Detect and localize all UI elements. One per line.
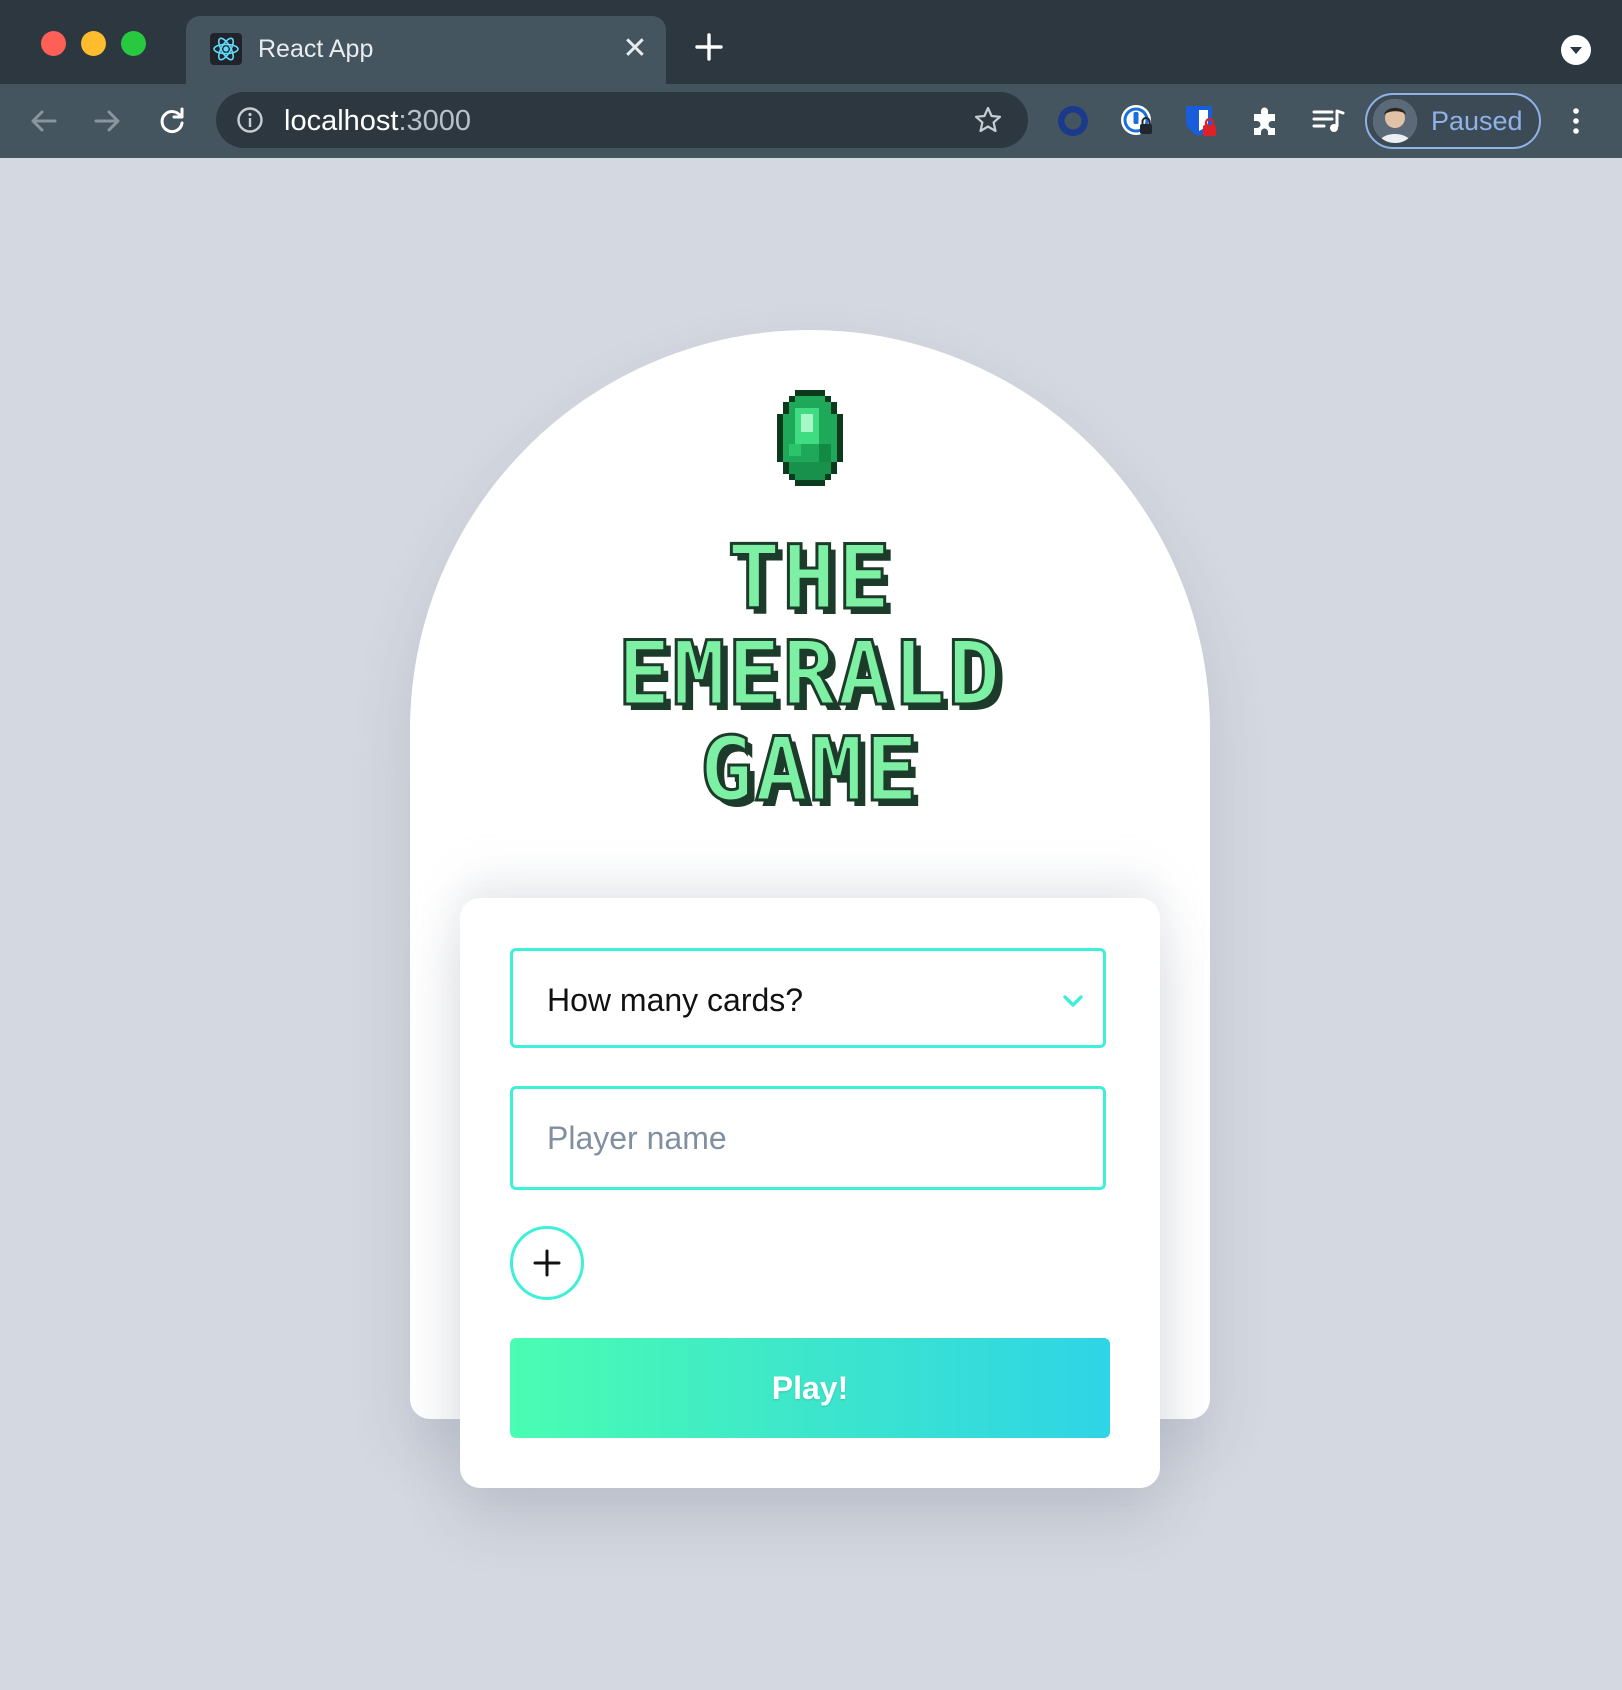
game-title-line-3: GAME	[699, 718, 920, 821]
tab-title: React App	[258, 35, 374, 63]
profile-status-label: Paused	[1431, 106, 1523, 136]
new-tab-icon[interactable]	[692, 30, 726, 64]
chevron-down-icon	[1570, 47, 1582, 54]
game-title: THE EMERALD GAME	[410, 526, 1210, 821]
arrow-right-icon[interactable]	[90, 104, 124, 138]
lock-extension-icon[interactable]	[1118, 102, 1156, 140]
tab-search-button[interactable]	[1561, 35, 1591, 65]
page-viewport: THE EMERALD GAME How many cards? Play!	[0, 158, 1622, 1690]
add-player-button[interactable]	[510, 1226, 584, 1300]
media-icon[interactable]	[1310, 102, 1348, 140]
game-title-line-1: THE	[726, 526, 893, 629]
card-count-select-value: How many cards?	[547, 982, 804, 1018]
game-title-line-2: EMERALD	[616, 622, 1003, 725]
puzzle-icon[interactable]	[1246, 102, 1284, 140]
browser-toolbar: localhost:3000 Paused	[0, 84, 1622, 159]
plus-icon	[533, 1249, 561, 1277]
maximize-window-button[interactable]	[121, 31, 146, 56]
profile-button[interactable]: Paused	[1365, 93, 1541, 149]
close-window-button[interactable]	[41, 31, 66, 56]
star-icon[interactable]	[973, 105, 1003, 135]
more-menu-icon[interactable]	[1566, 104, 1586, 138]
setup-form-card: How many cards? Play!	[460, 898, 1160, 1488]
avatar	[1373, 99, 1417, 143]
card-count-select[interactable]: How many cards?	[510, 948, 1106, 1048]
react-icon	[210, 33, 242, 65]
chevron-down-icon	[1063, 995, 1083, 1007]
play-button[interactable]: Play!	[510, 1338, 1110, 1438]
tab-react-app[interactable]: React App ✕	[186, 16, 666, 84]
url-host: localhost	[284, 105, 399, 137]
url-text: localhost:3000	[284, 105, 471, 138]
address-bar[interactable]: localhost:3000	[216, 92, 1028, 148]
info-icon[interactable]	[236, 106, 264, 134]
minimize-window-button[interactable]	[81, 31, 106, 56]
browser-window: React App ✕ localhost:3000 Paused THE EM…	[0, 0, 1622, 1690]
circle-extension-icon[interactable]	[1054, 102, 1092, 140]
reload-icon[interactable]	[155, 104, 189, 138]
url-port: :3000	[398, 105, 472, 137]
emerald-icon	[777, 390, 843, 486]
close-tab-icon[interactable]: ✕	[620, 34, 650, 64]
arrow-left-icon[interactable]	[27, 104, 61, 138]
player-name-input[interactable]	[510, 1086, 1106, 1190]
bitwarden-icon[interactable]	[1181, 102, 1219, 140]
tab-strip: React App ✕	[0, 0, 1622, 84]
